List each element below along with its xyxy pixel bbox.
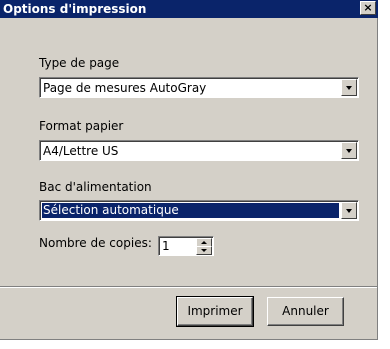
dialog-title: Options d'impression <box>3 2 147 16</box>
page-type-value: Page de mesures AutoGray <box>43 81 207 95</box>
paper-tray-label: Bac d'alimentation <box>39 180 152 194</box>
paper-format-dropdown-button[interactable] <box>341 142 357 159</box>
page-type-select[interactable]: Page de mesures AutoGray <box>39 77 359 98</box>
copies-label: Nombre de copies: <box>39 236 152 250</box>
close-button[interactable]: × <box>360 1 376 15</box>
paper-format-select[interactable]: A4/Lettre US <box>39 140 359 161</box>
copies-value[interactable]: 1 <box>162 239 170 253</box>
paper-tray-select[interactable]: Sélection automatique <box>39 200 359 221</box>
page-type-label: Type de page <box>39 56 120 70</box>
chevron-down-icon <box>346 149 352 153</box>
copies-stepper[interactable]: 1 <box>158 236 214 256</box>
chevron-down-icon <box>201 249 207 252</box>
chevron-up-icon <box>201 241 207 244</box>
chevron-down-icon <box>346 86 352 90</box>
copies-decrement-button[interactable] <box>196 246 212 255</box>
title-bar[interactable]: Options d'impression × <box>0 0 378 18</box>
print-button[interactable]: Imprimer <box>176 296 254 327</box>
paper-format-value: A4/Lettre US <box>43 144 119 158</box>
page-type-dropdown-button[interactable] <box>341 79 357 96</box>
cancel-button[interactable]: Annuler <box>267 297 344 326</box>
paper-tray-value: Sélection automatique <box>42 203 339 218</box>
paper-tray-dropdown-button[interactable] <box>341 202 357 219</box>
chevron-down-icon <box>346 209 352 213</box>
close-icon: × <box>363 1 373 14</box>
paper-format-label: Format papier <box>39 119 124 133</box>
print-options-dialog: Options d'impression × Type de page Page… <box>0 0 378 340</box>
divider-highlight <box>0 287 377 288</box>
